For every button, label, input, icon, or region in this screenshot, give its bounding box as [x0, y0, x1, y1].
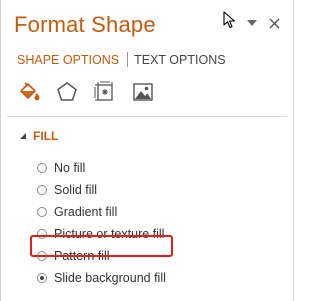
- option-label: Solid fill: [54, 183, 98, 197]
- fill-section-title: FILL: [33, 129, 59, 143]
- effects-icon: [57, 82, 77, 101]
- size-properties-button[interactable]: [93, 80, 117, 104]
- close-icon: [269, 18, 279, 28]
- fill-option-picture-texture-fill[interactable]: Picture or texture fill: [37, 223, 166, 245]
- radio-slide-background-fill[interactable]: [37, 273, 47, 283]
- pane-title: Format Shape: [14, 12, 156, 37]
- effects-button[interactable]: [55, 80, 79, 104]
- picture-button[interactable]: [131, 80, 155, 104]
- option-label: Gradient fill: [54, 205, 118, 219]
- radio-picture-texture-fill[interactable]: [37, 229, 47, 239]
- fill-option-gradient-fill[interactable]: Gradient fill: [37, 201, 166, 223]
- option-label: No fill: [54, 161, 86, 175]
- fill-option-no-fill[interactable]: No fill: [37, 157, 166, 179]
- option-label: Pattern fill: [54, 249, 110, 263]
- picture-icon: [133, 83, 153, 101]
- radio-solid-fill[interactable]: [37, 185, 47, 195]
- fill-options-group: No fill Solid fill Gradient fill Picture…: [37, 157, 166, 289]
- radio-gradient-fill[interactable]: [37, 207, 47, 217]
- mouse-cursor-icon: [223, 11, 237, 29]
- tab-text-options[interactable]: TEXT OPTIONS: [134, 53, 225, 67]
- fill-option-solid-fill[interactable]: Solid fill: [37, 179, 166, 201]
- size-properties-icon: [94, 81, 113, 101]
- category-icon-row: [17, 80, 155, 106]
- chevron-down-icon: [247, 20, 257, 26]
- fill-option-slide-background-fill[interactable]: Slide background fill: [37, 267, 166, 289]
- fill-line-button[interactable]: [17, 80, 41, 106]
- fill-option-pattern-fill[interactable]: Pattern fill: [37, 245, 166, 267]
- close-pane-button[interactable]: [267, 16, 281, 30]
- radio-no-fill[interactable]: [37, 163, 47, 173]
- tab-separator: [127, 52, 129, 67]
- collapse-triangle-icon: [20, 133, 26, 139]
- title-controls: [223, 10, 281, 30]
- tab-shape-options[interactable]: SHAPE OPTIONS: [17, 53, 119, 67]
- fill-section-header[interactable]: FILL: [19, 129, 58, 143]
- section-divider: [7, 116, 287, 117]
- option-label: Slide background fill: [54, 271, 166, 285]
- fill-line-icon: [20, 82, 40, 101]
- options-tabs: SHAPE OPTIONS TEXT OPTIONS: [17, 52, 226, 67]
- task-pane-options-button[interactable]: [247, 18, 257, 28]
- radio-pattern-fill[interactable]: [37, 251, 47, 261]
- format-shape-pane: Format Shape SHAPE OPTIONS TEXT OPTIONS: [0, 0, 294, 301]
- option-label: Picture or texture fill: [54, 227, 165, 241]
